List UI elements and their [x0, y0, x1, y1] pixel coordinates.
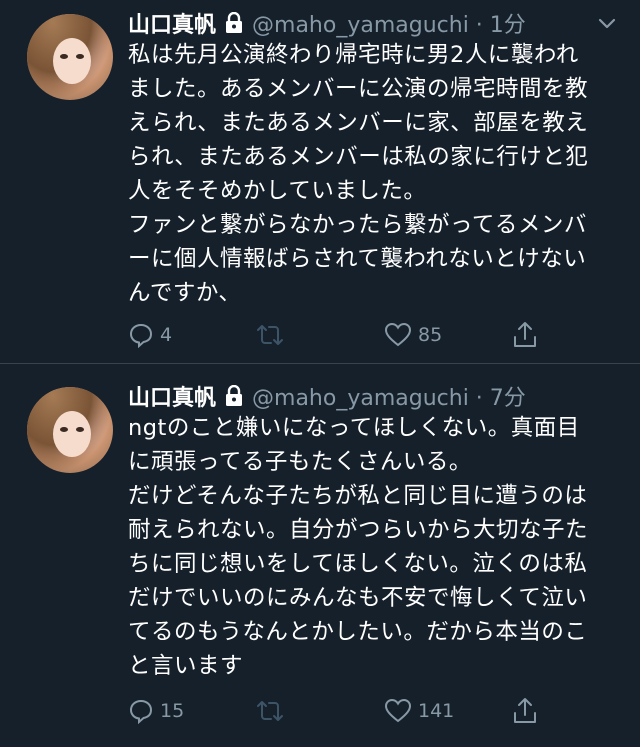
reply-icon [128, 698, 154, 724]
handle-and-time[interactable]: @maho_yamaguchi · 1分 [252, 7, 526, 39]
tweet[interactable]: 山口真帆 @maho_yamaguchi · 7分 ngtのこと嫌いになってほし… [0, 364, 640, 747]
retweet-button[interactable] [256, 318, 284, 352]
tweet-text: 私は先月公演終わり帰宅時に男2人に襲われ ました。あるメンバーに公演の帰宅時間を… [128, 42, 589, 306]
like-count: 141 [418, 700, 455, 722]
display-name[interactable]: 山口真帆 [128, 7, 216, 39]
tweet-text: ngtのこと嫌いになってほしくない。真面目 に頑張ってる子もたくさんいる。 だけ… [128, 415, 589, 679]
tweet-actions: 15 141 [128, 694, 548, 728]
avatar[interactable] [27, 14, 113, 100]
lock-icon [224, 384, 244, 407]
like-icon [384, 322, 412, 348]
reply-button[interactable]: 4 [128, 318, 172, 352]
share-icon [512, 697, 538, 725]
reply-button[interactable]: 15 [128, 694, 184, 728]
chevron-down-icon[interactable] [596, 12, 618, 34]
retweet-icon [256, 322, 284, 348]
lock-icon [224, 11, 244, 34]
like-button[interactable]: 141 [384, 694, 454, 728]
tweet-header: 山口真帆 @maho_yamaguchi · 1分 [128, 8, 526, 38]
reply-count: 15 [160, 700, 185, 722]
share-button[interactable] [512, 694, 538, 728]
tweet-header: 山口真帆 @maho_yamaguchi · 7分 [128, 381, 526, 411]
avatar[interactable] [27, 387, 113, 473]
tweet[interactable]: 山口真帆 @maho_yamaguchi · 1分 私は先月公演終わり帰宅時に男… [0, 0, 640, 364]
display-name[interactable]: 山口真帆 [128, 380, 216, 412]
like-icon [384, 698, 412, 724]
handle-and-time[interactable]: @maho_yamaguchi · 7分 [252, 380, 526, 412]
like-count: 85 [418, 324, 443, 346]
like-button[interactable]: 85 [384, 318, 442, 352]
reply-count: 4 [160, 324, 173, 346]
share-icon [512, 321, 538, 349]
retweet-icon [256, 698, 284, 724]
reply-icon [128, 322, 154, 348]
retweet-button[interactable] [256, 694, 284, 728]
tweet-actions: 4 85 [128, 318, 548, 352]
share-button[interactable] [512, 318, 538, 352]
